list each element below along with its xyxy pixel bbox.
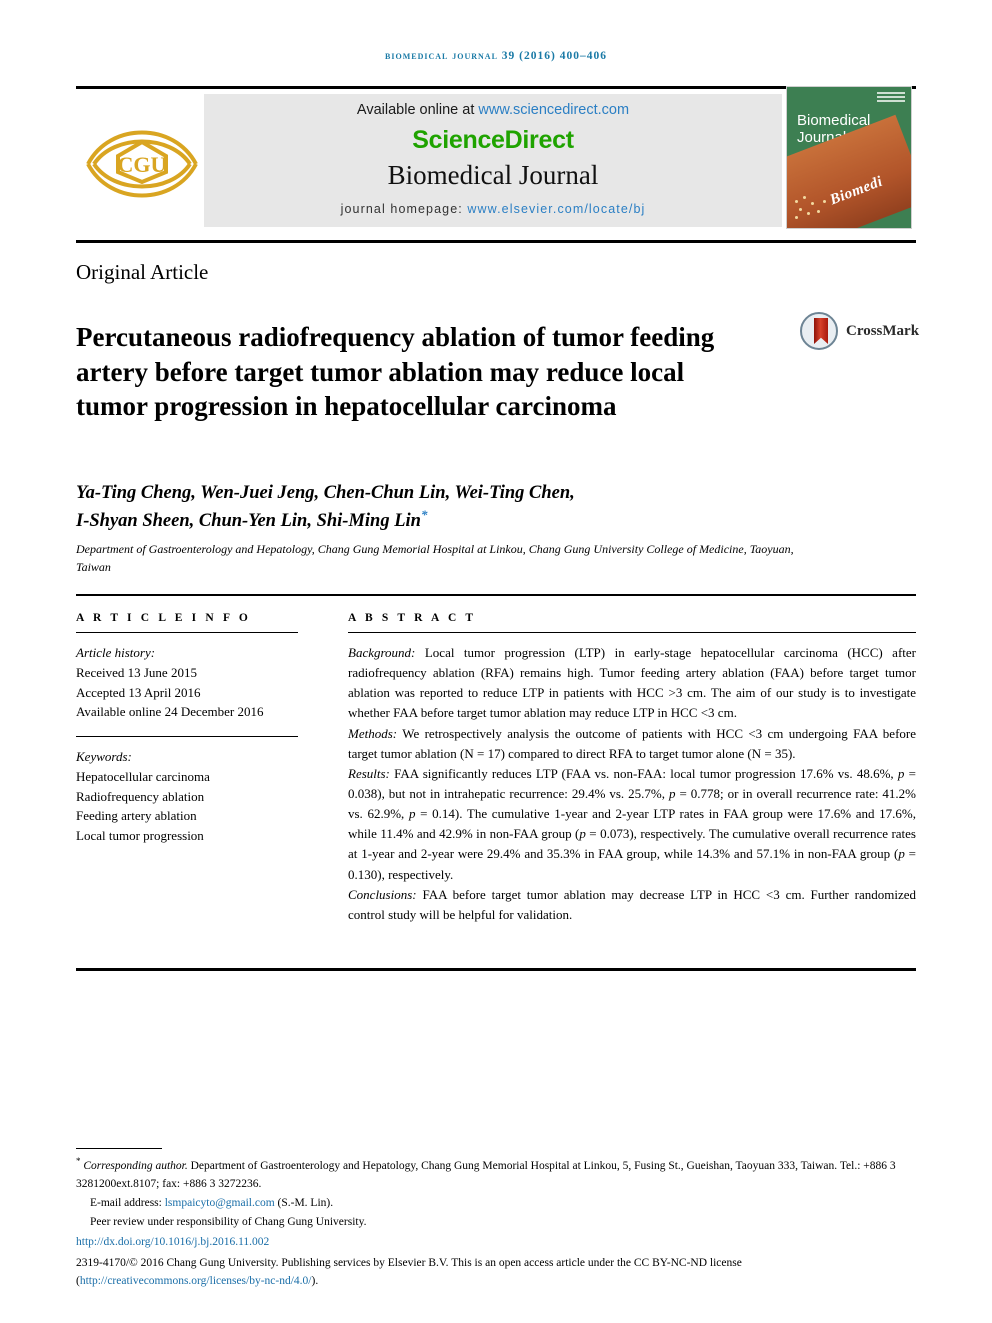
footnotes: * Corresponding author. Department of Ga…	[76, 1154, 916, 1291]
email-label: E-mail address:	[90, 1197, 165, 1210]
journal-article-page: Biomedical Journal 39 (2016) 400–406 CGU…	[0, 0, 992, 1323]
abstract-conclusions-text: FAA before target tumor ablation may dec…	[348, 886, 916, 922]
article-history-label: Article history:	[76, 645, 156, 660]
history-item-received: Received 13 June 2015	[76, 664, 197, 680]
available-online-prefix: Available online at	[356, 102, 479, 118]
sciencedirect-banner: Available online at www.sciencedirect.co…	[204, 94, 782, 227]
homepage-prefix: journal homepage:	[340, 202, 468, 216]
author-list: Ya-Ting Cheng, Wen-Juei Jeng, Chen-Chun …	[76, 480, 776, 535]
abstract-body: Background: Local tumor progression (LTP…	[348, 643, 916, 925]
keyword-item: Local tumor progression	[76, 828, 204, 843]
abstract-methods: Methods: We retrospectively analysis the…	[348, 724, 916, 764]
cgu-logo-icon: CGU	[84, 108, 200, 220]
abstract-heading: A B S T R A C T	[348, 612, 477, 624]
footnote-rule	[76, 1148, 162, 1149]
keywords-block: Keywords: Hepatocellular carcinoma Radio…	[76, 747, 298, 846]
email-link[interactable]: lsmpaicyto@gmail.com	[165, 1197, 275, 1209]
journal-homepage-line: journal homepage: www.elsevier.com/locat…	[204, 202, 782, 216]
keywords-label: Keywords:	[76, 749, 132, 764]
corresponding-author-marker[interactable]: *	[421, 507, 428, 522]
copyright-note: 2319-4170/© 2016 Chang Gung University. …	[76, 1254, 916, 1291]
masthead-bottom-rule	[76, 240, 916, 243]
running-head: Biomedical Journal 39 (2016) 400–406	[385, 50, 607, 62]
affiliation: Department of Gastroenterology and Hepat…	[76, 542, 794, 574]
journal-masthead: CGU Available online at www.sciencedirec…	[76, 86, 916, 234]
history-item-available: Available online 24 December 2016	[76, 704, 264, 720]
crossmark-ribbon-icon	[814, 318, 828, 344]
cover-dot-pattern	[793, 196, 837, 222]
corresponding-author-note: * Corresponding author. Department of Ga…	[76, 1154, 916, 1194]
cover-barcode-icon	[877, 92, 905, 104]
author-line-1: Ya-Ting Cheng, Wen-Juei Jeng, Chen-Chun …	[76, 483, 575, 503]
keywords-divider	[76, 736, 298, 737]
sciencedirect-wordmark: ScienceDirect	[412, 126, 574, 154]
abstract-methods-label: Methods:	[348, 725, 398, 741]
available-online-line: Available online at www.sciencedirect.co…	[204, 102, 782, 118]
article-info-column: A R T I C L E I N F O Article history: R…	[76, 612, 298, 846]
svg-text:CGU: CGU	[118, 152, 167, 177]
abstract-divider	[348, 632, 916, 633]
abstract-results: Results: FAA significantly reduces LTP (…	[348, 764, 916, 885]
abstract-conclusions: Conclusions: FAA before target tumor abl…	[348, 885, 916, 925]
article-history-block: Article history: Received 13 June 2015 A…	[76, 643, 298, 722]
abstract-column: A B S T R A C T Background: Local tumor …	[348, 612, 916, 925]
license-link[interactable]: http://creativecommons.org/licenses/by-n…	[80, 1275, 312, 1287]
abstract-background-label: Background:	[348, 645, 416, 660]
history-item-accepted: Accepted 13 April 2016	[76, 684, 201, 700]
doi-link[interactable]: http://dx.doi.org/10.1016/j.bj.2016.11.0…	[76, 1233, 916, 1252]
journal-cover-image: Biomedical Journal Biomedi	[786, 86, 912, 229]
crossmark-circle-icon	[800, 312, 838, 350]
abstract-conclusions-label: Conclusions:	[348, 886, 417, 902]
keyword-item: Hepatocellular carcinoma	[76, 768, 210, 784]
keyword-item: Radiofrequency ablation	[76, 788, 205, 804]
abstract-results-text-1: FAA significantly reduces LTP (FAA vs. n…	[389, 765, 898, 781]
article-info-heading: A R T I C L E I N F O	[76, 612, 251, 624]
author-line-2: I-Shyan Sheen, Chun-Yen Lin, Shi-Ming Li…	[76, 511, 421, 532]
author-line-2-wrap: I-Shyan Sheen, Chun-Yen Lin, Shi-Ming Li…	[76, 506, 776, 534]
peer-review-note: Peer review under responsibility of Chan…	[90, 1215, 367, 1228]
abstract-methods-text: We retrospectively analysis the outcome …	[348, 725, 916, 761]
copyright-text-post: ).	[311, 1275, 319, 1288]
email-suffix: (S.-M. Lin).	[274, 1197, 334, 1210]
abstract-top-rule	[76, 594, 916, 596]
page-title: Percutaneous radiofrequency ablation of …	[76, 322, 715, 422]
crossmark-label: CrossMark	[846, 323, 920, 339]
abstract-background-text: Local tumor progression (LTP) in early-s…	[348, 645, 916, 721]
footnote-star-marker: *	[76, 1156, 81, 1166]
homepage-link[interactable]: www.elsevier.com/locate/bj	[467, 202, 645, 216]
article-info-divider	[76, 632, 298, 633]
sciencedirect-link[interactable]: www.sciencedirect.com	[478, 102, 629, 118]
keyword-item: Feeding artery ablation	[76, 808, 197, 824]
journal-title: Biomedical Journal	[387, 160, 599, 190]
article-type-label: Original Article	[76, 260, 209, 284]
email-note: E-mail address: lsmpaicyto@gmail.com (S.…	[76, 1194, 916, 1213]
abstract-bottom-rule	[76, 968, 916, 971]
crossmark-badge[interactable]: CrossMark	[800, 312, 919, 352]
abstract-results-label: Results:	[348, 765, 390, 781]
abstract-background: Background: Local tumor progression (LTP…	[348, 643, 916, 724]
corresponding-author-address: Department of Gastroenterology and Hepat…	[76, 1159, 896, 1191]
corresponding-author-label: Corresponding author.	[83, 1159, 188, 1172]
